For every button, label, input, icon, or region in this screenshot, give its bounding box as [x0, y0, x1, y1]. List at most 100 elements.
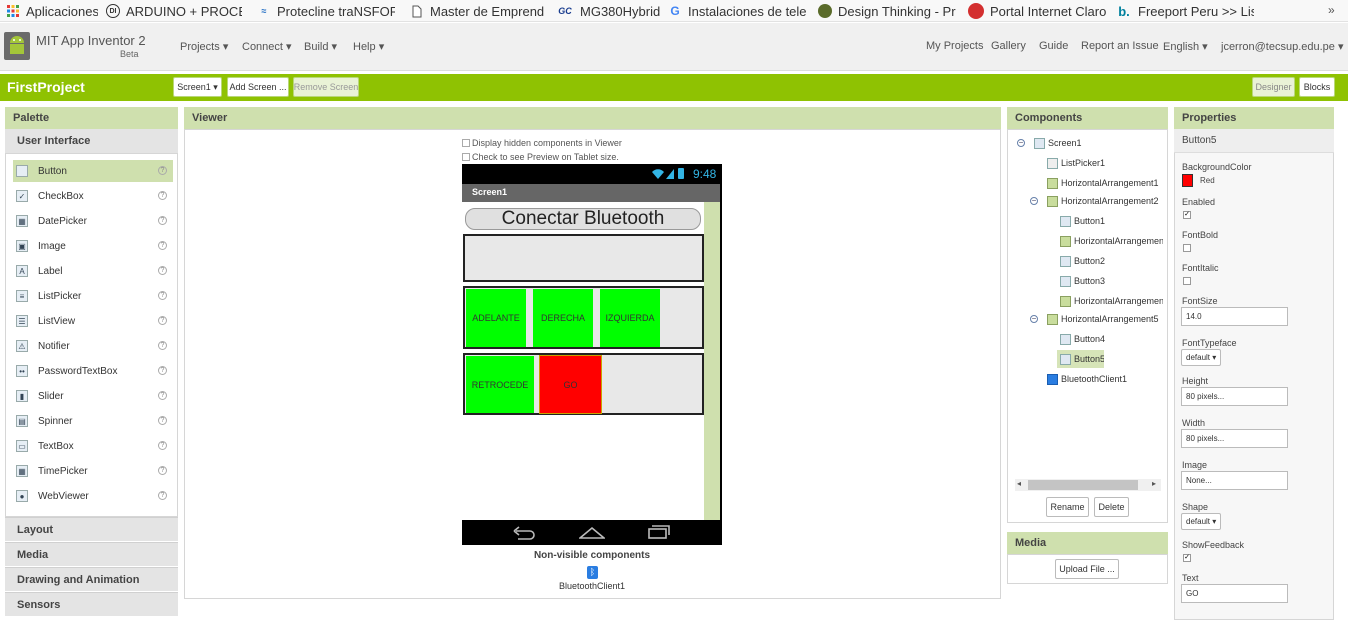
tree-node-horizontalarrangemen[interactable]: HorizontalArrangemen	[1060, 232, 1163, 250]
bookmark-design-thinking[interactable]: Design Thinking - Pro	[818, 2, 956, 20]
help-icon[interactable]: ?	[158, 341, 167, 350]
designer-button[interactable]: Designer	[1252, 77, 1295, 97]
collapse-toggle-icon[interactable]: −	[1017, 139, 1025, 147]
button-derecha[interactable]: DERECHA	[533, 289, 593, 347]
palette-item-passwordtextbox[interactable]: •• PasswordTextBox?	[13, 360, 173, 382]
components-hscrollbar[interactable]: ◂ ▸	[1015, 479, 1161, 491]
language-menu[interactable]: English ▾	[1163, 40, 1208, 53]
palette-item-button[interactable]: Button?	[13, 160, 173, 182]
button-izquierda[interactable]: IZQUIERDA	[600, 289, 660, 347]
tablet-preview-option[interactable]: Check to see Preview on Tablet size.	[462, 152, 619, 162]
tree-node-button2[interactable]: Button2	[1060, 252, 1163, 270]
help-icon[interactable]: ?	[158, 366, 167, 375]
menu-connect[interactable]: Connect ▾	[242, 40, 292, 53]
tree-node-button4[interactable]: Button4	[1060, 330, 1163, 348]
palette-item-spinner[interactable]: ▤ Spinner?	[13, 410, 173, 432]
help-icon[interactable]: ?	[158, 391, 167, 400]
help-icon[interactable]: ?	[158, 266, 167, 275]
prop-backgroundcolor-value[interactable]: Red	[1200, 176, 1215, 185]
prop-showfeedback-checkbox[interactable]: ✓	[1183, 554, 1191, 562]
help-icon[interactable]: ?	[158, 241, 167, 250]
menu-build[interactable]: Build ▾	[304, 40, 337, 53]
link-gallery[interactable]: Gallery	[991, 40, 1026, 52]
category-media[interactable]: Media	[5, 542, 178, 566]
prop-enabled-checkbox[interactable]: ✓	[1183, 211, 1191, 219]
bookmark-protecline[interactable]: ≈ Protecline traNSFORM	[257, 2, 395, 20]
tree-node-screen1[interactable]: Screen1	[1034, 134, 1163, 152]
prop-fontitalic-checkbox[interactable]	[1183, 277, 1191, 285]
remove-screen-button[interactable]: Remove Screen	[293, 77, 359, 97]
palette-item-timepicker[interactable]: ▦ TimePicker?	[13, 460, 173, 482]
bookmark-freeport[interactable]: b. Freeport Peru >> List	[1116, 2, 1254, 20]
button-retrocede[interactable]: RETROCEDE	[466, 356, 534, 413]
palette-item-listpicker[interactable]: ≡ ListPicker?	[13, 285, 173, 307]
palette-item-slider[interactable]: ▮ Slider?	[13, 385, 173, 407]
tree-node-horizontalarrangement5[interactable]: HorizontalArrangement5	[1047, 310, 1163, 328]
link-guide[interactable]: Guide	[1039, 40, 1068, 52]
prop-width-input[interactable]: 80 pixels...	[1181, 429, 1288, 448]
collapse-toggle-icon[interactable]: −	[1030, 315, 1038, 323]
listpicker-placeholder[interactable]	[463, 234, 704, 282]
help-icon[interactable]: ?	[158, 166, 167, 175]
prop-fontsize-input[interactable]: 14.0	[1181, 307, 1288, 326]
button-adelante[interactable]: ADELANTE	[466, 289, 526, 347]
help-icon[interactable]: ?	[158, 216, 167, 225]
bookmark-arduino[interactable]: DI ARDUINO + PROCES	[106, 2, 242, 20]
palette-item-image[interactable]: ▣ Image?	[13, 235, 173, 257]
bookmark-mg380[interactable]: GC MG380Hybrid	[556, 2, 660, 20]
account-menu[interactable]: jcerron@tecsup.edu.pe ▾	[1221, 40, 1344, 53]
collapse-toggle-icon[interactable]: −	[1030, 197, 1038, 205]
rename-button[interactable]: Rename	[1046, 497, 1089, 517]
help-icon[interactable]: ?	[158, 191, 167, 200]
prop-image-input[interactable]: None...	[1181, 471, 1288, 490]
tree-node-bluetoothclient1[interactable]: BluetoothClient1	[1047, 370, 1163, 388]
palette-item-label[interactable]: A Label?	[13, 260, 173, 282]
color-swatch[interactable]	[1182, 174, 1193, 187]
palette-item-checkbox[interactable]: ✓ CheckBox?	[13, 185, 173, 207]
tree-node-horizontalarrangement1[interactable]: HorizontalArrangement1	[1047, 174, 1163, 192]
bookmark-master[interactable]: Master de Emprende	[410, 2, 544, 20]
scroll-right-icon[interactable]: ▸	[1152, 479, 1156, 488]
help-icon[interactable]: ?	[158, 416, 167, 425]
display-hidden-option[interactable]: Display hidden components in Viewer	[462, 138, 622, 148]
scroll-left-icon[interactable]: ◂	[1017, 479, 1021, 488]
help-icon[interactable]: ?	[158, 491, 167, 500]
category-layout[interactable]: Layout	[5, 517, 178, 541]
tree-node-horizontalarrangemen[interactable]: HorizontalArrangemen	[1060, 292, 1163, 310]
tree-node-listpicker1[interactable]: ListPicker1	[1047, 154, 1163, 172]
blocks-button[interactable]: Blocks	[1299, 77, 1335, 97]
prop-text-input[interactable]: GO	[1181, 584, 1288, 603]
link-report-issue[interactable]: Report an Issue	[1081, 40, 1159, 52]
upload-file-button[interactable]: Upload File ...	[1055, 559, 1119, 579]
help-icon[interactable]: ?	[158, 441, 167, 450]
category-drawing-animation[interactable]: Drawing and Animation	[5, 567, 178, 591]
display-hidden-checkbox[interactable]	[462, 139, 470, 147]
category-user-interface[interactable]: User Interface	[5, 129, 178, 153]
palette-item-listview[interactable]: ☰ ListView?	[13, 310, 173, 332]
prop-fontbold-checkbox[interactable]	[1183, 244, 1191, 252]
add-screen-button[interactable]: Add Screen ...	[227, 77, 289, 97]
delete-button[interactable]: Delete	[1094, 497, 1129, 517]
palette-item-textbox[interactable]: ▭ TextBox?	[13, 435, 173, 457]
tree-node-button3[interactable]: Button3	[1060, 272, 1163, 290]
bookmark-instalaciones[interactable]: G Instalaciones de telec	[668, 2, 806, 20]
button-go[interactable]: GO	[539, 355, 602, 414]
help-icon[interactable]: ?	[158, 466, 167, 475]
tree-node-button1[interactable]: Button1	[1060, 212, 1163, 230]
more-bookmarks-icon[interactable]: »	[1328, 3, 1335, 17]
help-icon[interactable]: ?	[158, 316, 167, 325]
tree-node-button5[interactable]: Button5	[1057, 350, 1104, 368]
prop-fonttypeface-select[interactable]: default ▾	[1181, 349, 1222, 366]
bookmark-claro[interactable]: Portal Internet Claro	[968, 2, 1106, 20]
tablet-preview-checkbox[interactable]	[462, 153, 470, 161]
bookmark-aplicaciones[interactable]: Aplicaciones	[6, 2, 98, 20]
screen-scrollbar[interactable]	[704, 202, 720, 520]
menu-help[interactable]: Help ▾	[353, 40, 384, 53]
menu-projects[interactable]: Projects ▾	[180, 40, 228, 53]
connect-bluetooth-button[interactable]: Conectar Bluetooth	[465, 208, 701, 230]
palette-item-webviewer[interactable]: ● WebViewer?	[13, 485, 173, 507]
tree-node-horizontalarrangement2[interactable]: HorizontalArrangement2	[1047, 192, 1163, 210]
bluetooth-icon[interactable]: ᛒ	[587, 566, 598, 579]
prop-height-input[interactable]: 80 pixels...	[1181, 387, 1288, 406]
help-icon[interactable]: ?	[158, 291, 167, 300]
